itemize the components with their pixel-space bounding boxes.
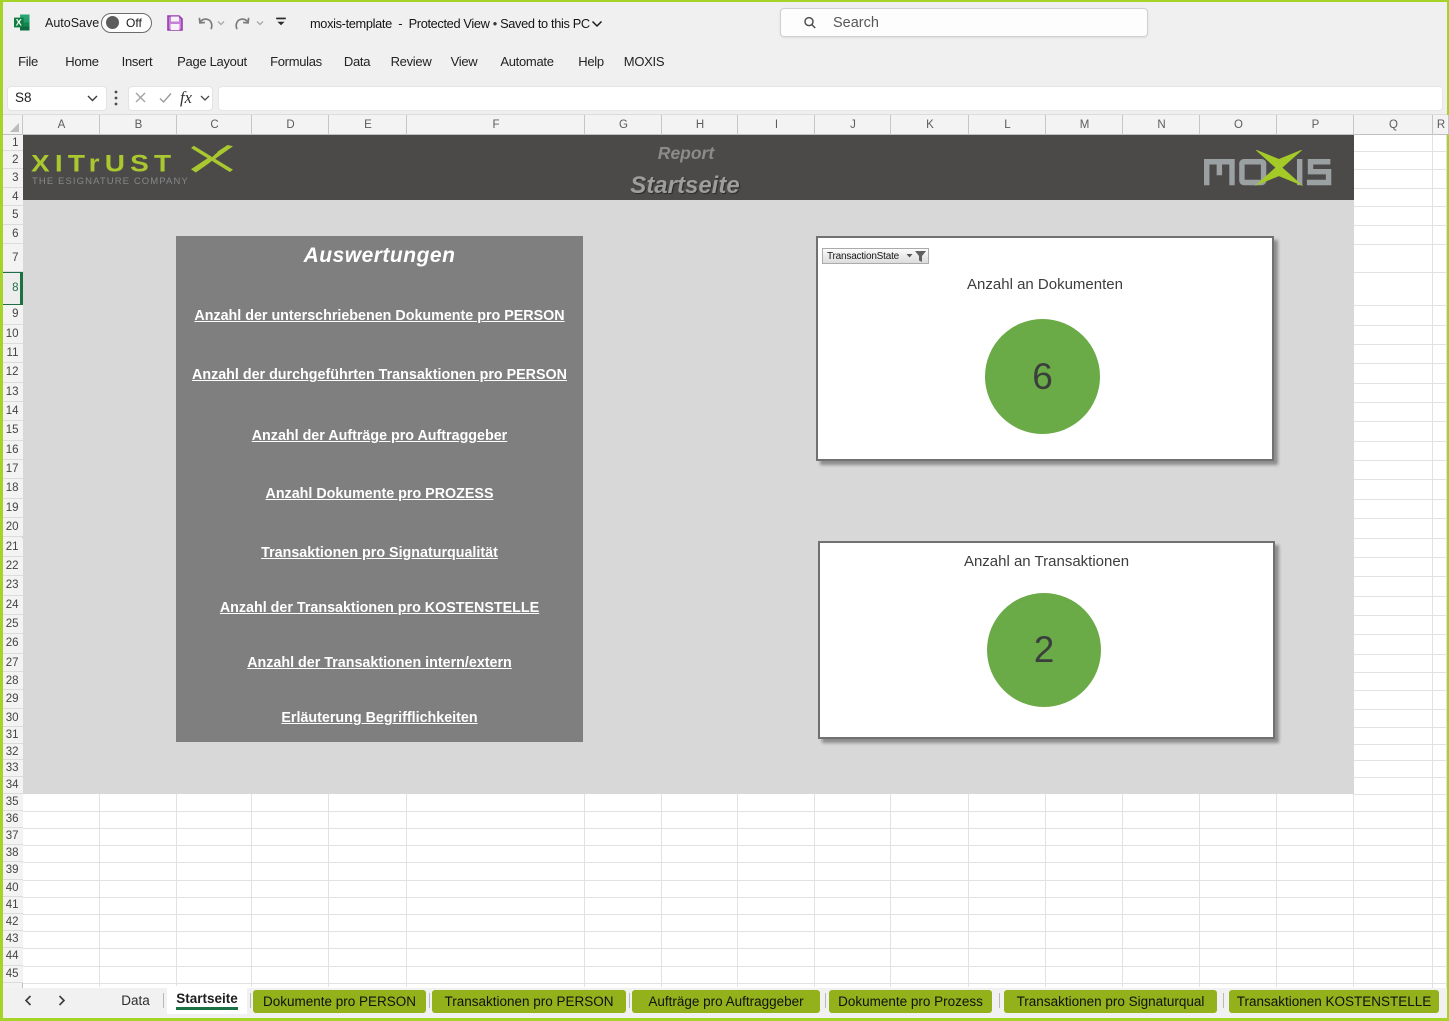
svg-text:X: X bbox=[16, 18, 22, 28]
